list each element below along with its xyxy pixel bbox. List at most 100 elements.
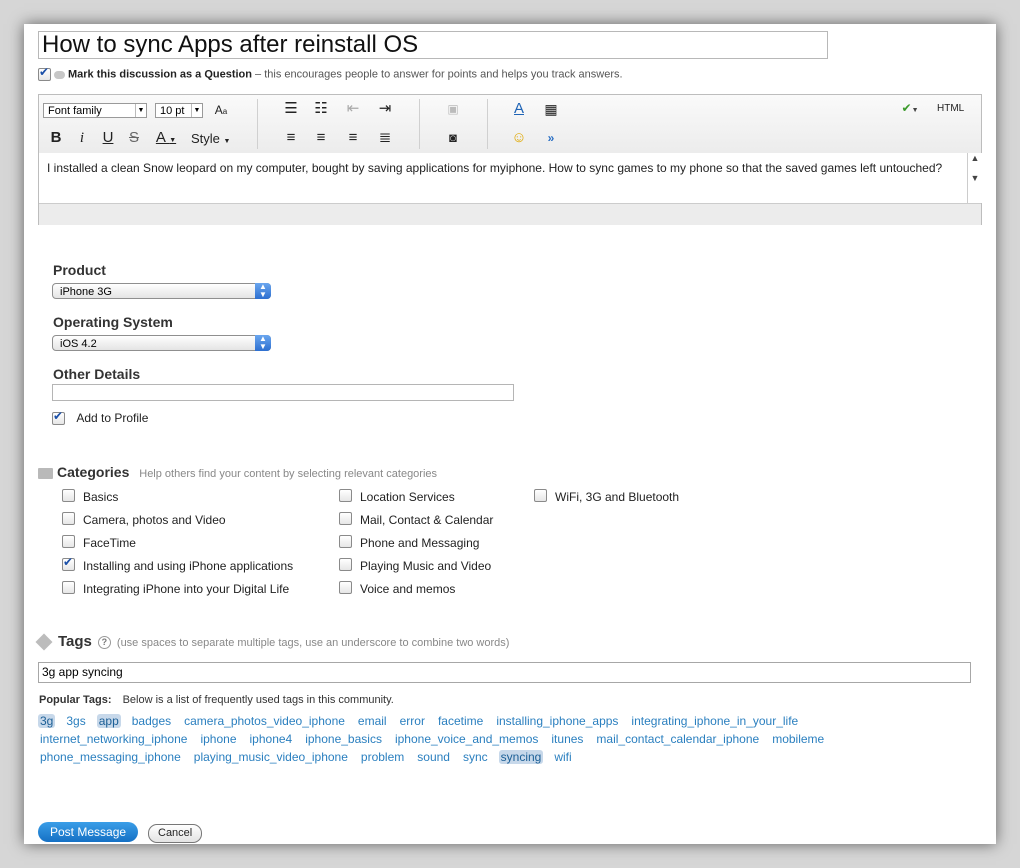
editor-status-bar — [39, 203, 981, 225]
align-left-icon[interactable]: ≡ — [281, 129, 301, 147]
os-label: Operating System — [53, 314, 173, 330]
help-icon[interactable]: ? — [97, 635, 111, 649]
category-label: Playing Music and Video — [360, 559, 492, 573]
tags-header: Tags? (use spaces to separate multiple ta… — [35, 633, 509, 651]
popular-tag-link[interactable]: mail_contact_calendar_iphone — [594, 732, 761, 746]
popular-tag-link[interactable]: iphone_basics — [303, 732, 384, 746]
bullet-list-icon[interactable]: ☰ — [281, 100, 301, 118]
category-checkbox[interactable] — [534, 489, 547, 503]
other-details-input[interactable] — [52, 384, 514, 401]
categories-header: Categories Help others find your content… — [38, 464, 437, 480]
popular-tag-link[interactable]: facetime — [436, 714, 485, 728]
popular-tag-link[interactable]: mobileme — [770, 732, 826, 746]
font-family-select[interactable]: Font family ▼ — [43, 103, 147, 118]
category-item: Voice and memos — [339, 581, 455, 596]
justify-icon[interactable]: ≣ — [375, 129, 395, 147]
category-checkbox[interactable] — [62, 581, 75, 595]
popular-tag-link[interactable]: integrating_iphone_in_your_life — [629, 714, 800, 728]
popular-tag-link[interactable]: camera_photos_video_iphone — [182, 714, 347, 728]
os-value: iOS 4.2 — [60, 338, 97, 350]
emoticon-icon[interactable]: ☺ — [509, 129, 529, 147]
camera-icon[interactable]: ◙ — [443, 129, 463, 147]
tags-input[interactable]: 3g app syncing — [38, 662, 971, 683]
popular-tag-link[interactable]: wifi — [552, 750, 573, 764]
italic-icon[interactable]: i — [72, 129, 92, 147]
product-label: Product — [53, 262, 106, 278]
bold-icon[interactable]: B — [46, 129, 66, 147]
underline-icon[interactable]: U — [98, 129, 118, 147]
popular-tags-row: internet_networking_iphone iphone iphone4 i… — [38, 732, 835, 746]
html-mode-button[interactable]: HTML — [937, 103, 964, 114]
product-select[interactable]: iPhone 3G ▲ ▼ — [52, 283, 271, 299]
more-icon[interactable]: » — [541, 129, 561, 147]
popular-tag-link[interactable]: problem — [359, 750, 406, 764]
popular-tags-label: Popular Tags: — [39, 694, 112, 706]
image-icon[interactable]: ▣ — [443, 100, 463, 118]
clear-format-icon[interactable]: Aa — [211, 101, 231, 119]
font-size-select[interactable]: 10 pt ▼ — [155, 103, 203, 118]
popular-tag-link[interactable]: sound — [415, 750, 452, 764]
category-label: Mail, Contact & Calendar — [360, 513, 494, 527]
style-label: Style — [191, 131, 220, 146]
os-select[interactable]: iOS 4.2 ▲ ▼ — [52, 335, 271, 351]
popular-tags-header: Popular Tags: Below is a list of frequen… — [39, 694, 394, 706]
category-checkbox[interactable] — [339, 512, 352, 526]
popular-tag-link[interactable]: app — [96, 714, 121, 728]
tag-icon — [35, 633, 53, 651]
popular-tag-link[interactable]: error — [398, 714, 427, 728]
cancel-button[interactable]: Cancel — [148, 824, 203, 843]
category-checkbox[interactable] — [339, 489, 352, 503]
editor-scrollbar[interactable]: ▲ ▼ — [967, 153, 982, 203]
strikethrough-icon[interactable]: S — [124, 129, 144, 147]
popular-tag-link[interactable]: playing_music_video_iphone — [192, 750, 350, 764]
popular-tag-link[interactable]: internet_networking_iphone — [38, 732, 189, 746]
question-checkbox[interactable] — [38, 65, 51, 81]
category-label: Phone and Messaging — [360, 536, 480, 550]
popular-tag-link[interactable]: sync — [461, 750, 490, 764]
align-center-icon[interactable]: ≡ — [311, 129, 331, 147]
categories-hint: Help others find your content by selecti… — [139, 468, 438, 480]
category-checkbox[interactable] — [62, 489, 75, 503]
category-item: Camera, photos and Video — [62, 512, 226, 527]
category-label: Basics — [83, 490, 119, 504]
add-to-profile-checkbox[interactable] — [52, 409, 65, 426]
editor-text-area[interactable]: I installed a clean Snow leopard on my c… — [39, 153, 967, 203]
popular-tag-link[interactable]: syncing — [498, 750, 544, 764]
text-color-icon[interactable]: A ▼ — [151, 129, 181, 147]
categories-label: Categories — [57, 464, 130, 480]
numbered-list-icon[interactable]: ☷ — [311, 100, 331, 118]
popular-tag-link[interactable]: iphone4 — [248, 732, 295, 746]
toolbar-separator — [419, 99, 420, 149]
popular-tag-link[interactable]: phone_messaging_iphone — [38, 750, 183, 764]
title-input[interactable]: How to sync Apps after reinstall OS — [38, 31, 828, 59]
popular-tag-link[interactable]: installing_iphone_apps — [494, 714, 620, 728]
spellcheck-icon[interactable]: ✔▼ — [893, 99, 927, 117]
popular-tags-row: 3g 3gs app badges camera_photos_video_iphone… — [38, 714, 809, 728]
popular-tag-link[interactable]: 3gs — [64, 714, 87, 728]
compose-form: How to sync Apps after reinstall OS Mark… — [24, 24, 996, 844]
outdent-icon[interactable]: ⇤ — [343, 100, 363, 118]
popular-tags-row: phone_messaging_iphone playing_music_vide… — [38, 750, 583, 764]
question-bubble-icon — [54, 70, 65, 79]
link-icon[interactable]: A — [509, 100, 529, 118]
popular-tag-link[interactable]: badges — [130, 714, 173, 728]
category-checkbox[interactable] — [62, 535, 75, 549]
popular-tag-link[interactable]: iphone_voice_and_memos — [393, 732, 540, 746]
align-right-icon[interactable]: ≡ — [343, 129, 363, 147]
category-checkbox[interactable] — [339, 581, 352, 595]
post-message-button[interactable]: Post Message — [38, 822, 139, 842]
category-checkbox[interactable] — [62, 512, 75, 526]
category-checkbox[interactable] — [339, 535, 352, 549]
popular-tag-link[interactable]: 3g — [38, 714, 56, 728]
category-checkbox[interactable] — [339, 558, 352, 572]
popular-tag-link[interactable]: email — [356, 714, 389, 728]
indent-icon[interactable]: ⇥ — [375, 100, 395, 118]
table-icon[interactable]: ▦ — [541, 100, 561, 118]
style-menu[interactable]: Style ▼ — [191, 131, 230, 146]
other-details-label: Other Details — [53, 366, 141, 382]
category-label: Camera, photos and Video — [83, 513, 226, 527]
category-checkbox[interactable] — [62, 555, 75, 572]
popular-tag-link[interactable]: iphone — [198, 732, 238, 746]
product-value: iPhone 3G — [60, 286, 112, 298]
popular-tag-link[interactable]: itunes — [549, 732, 585, 746]
